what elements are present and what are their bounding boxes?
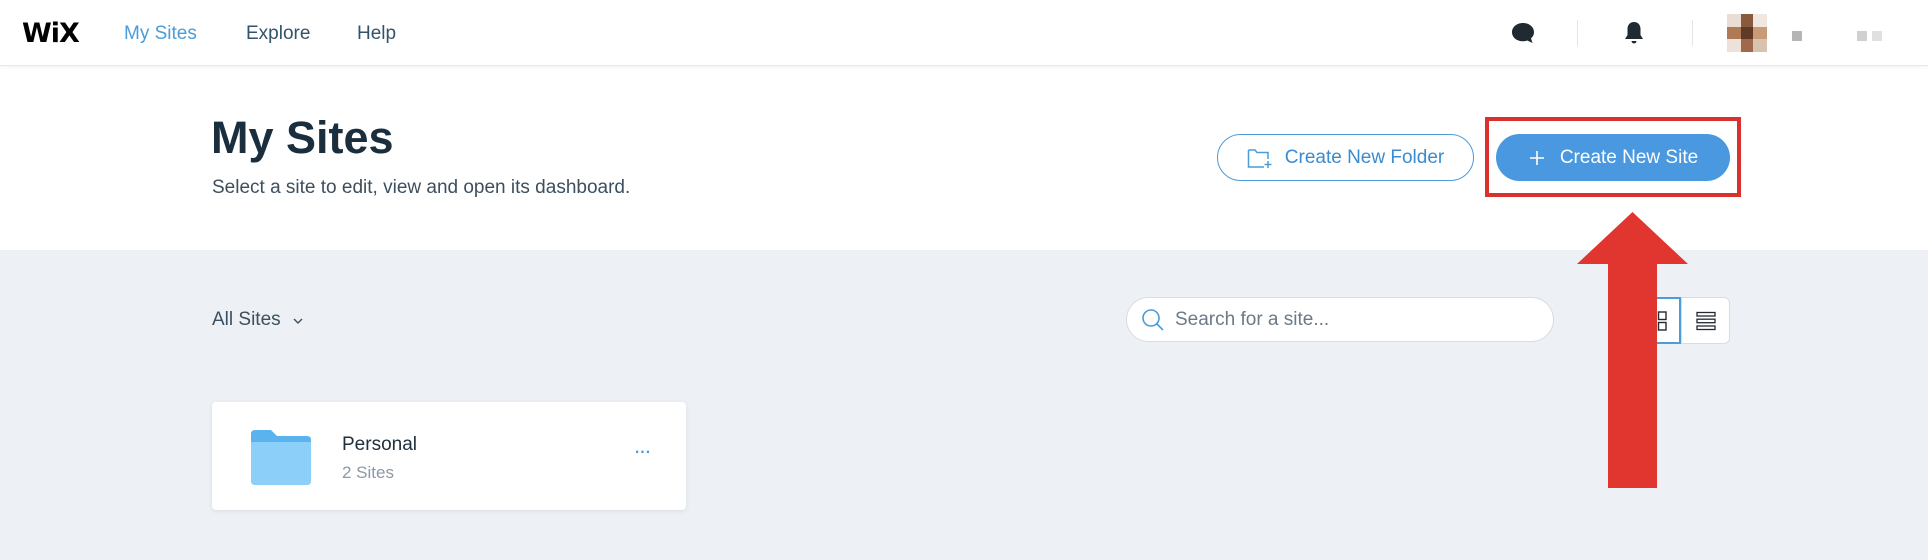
- nav-divider: [1692, 20, 1693, 46]
- folder-site-count: 2 Sites: [342, 463, 394, 482]
- folder-icon: [251, 430, 311, 485]
- account-menu-redacted: [1857, 31, 1867, 41]
- account-name-redacted: [1792, 31, 1802, 41]
- folder-name: Personal: [342, 434, 417, 455]
- user-avatar[interactable]: [1727, 14, 1767, 52]
- filter-label: All Sites: [212, 309, 281, 330]
- all-sites-filter[interactable]: All Sites: [212, 309, 303, 331]
- list-view-icon: [1695, 311, 1716, 330]
- annotation-arrow: [1577, 212, 1688, 488]
- nav-my-sites[interactable]: My Sites: [124, 23, 197, 45]
- annotation-highlight-box: [1485, 117, 1741, 197]
- add-folder-icon: [1247, 148, 1272, 168]
- search-input[interactable]: [1175, 308, 1535, 331]
- nav-explore[interactable]: Explore: [246, 23, 310, 45]
- chevron-down-icon: [293, 318, 303, 324]
- create-new-folder-button[interactable]: Create New Folder: [1217, 134, 1474, 181]
- nav-divider: [1577, 20, 1578, 46]
- account-menu-redacted: [1872, 31, 1882, 41]
- site-search[interactable]: [1126, 297, 1554, 342]
- chat-icon[interactable]: [1511, 22, 1535, 44]
- create-new-folder-label: Create New Folder: [1284, 146, 1445, 168]
- page-title: My Sites: [211, 112, 394, 163]
- search-icon: [1142, 308, 1164, 331]
- bell-icon[interactable]: [1622, 20, 1646, 46]
- folder-more-options-button[interactable]: ...: [632, 441, 654, 462]
- page-subtitle: Select a site to edit, view and open its…: [212, 177, 631, 198]
- nav-help[interactable]: Help: [357, 23, 396, 45]
- folder-card[interactable]: Personal 2 Sites ...: [212, 402, 686, 510]
- top-navigation-bar: WiX My Sites Explore Help: [0, 0, 1928, 66]
- wix-logo[interactable]: WiX: [22, 18, 80, 49]
